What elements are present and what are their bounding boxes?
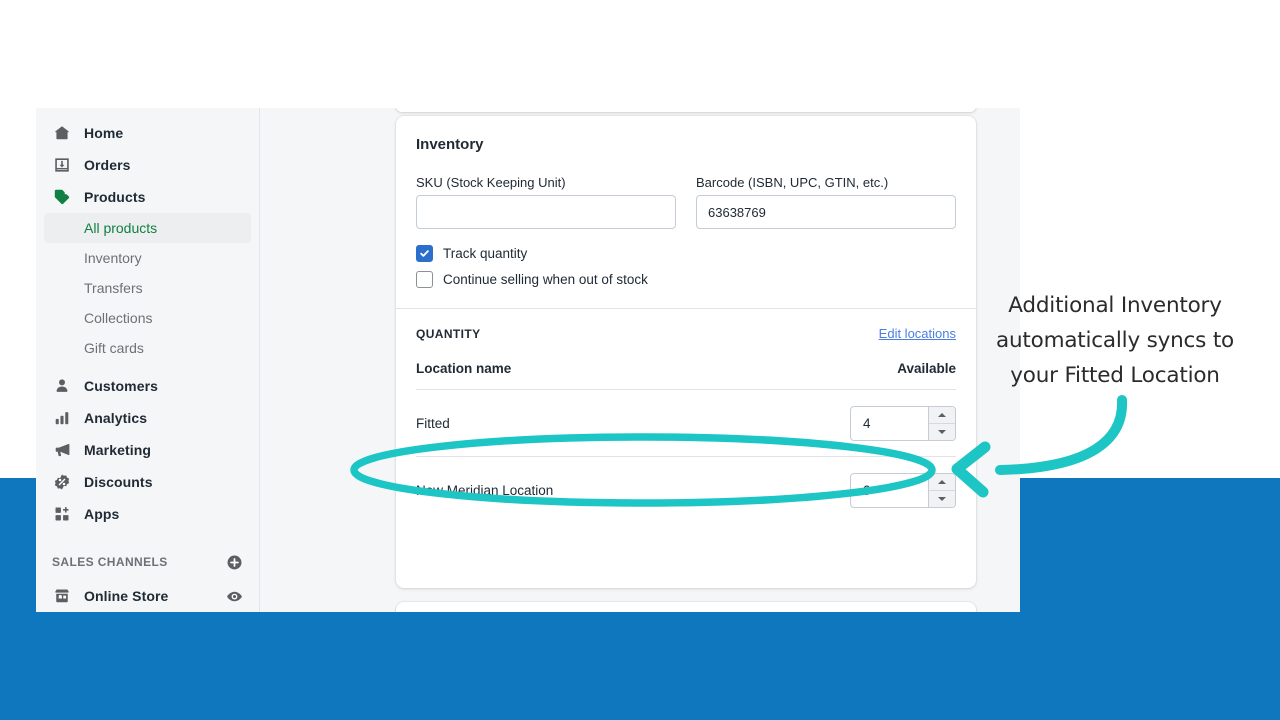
sidebar-item-label: Marketing [84,442,152,458]
track-quantity-checkbox-row[interactable]: Track quantity [416,245,956,262]
sales-channels-header: SALES CHANNELS [44,548,251,576]
sidebar-item-label: Online Store [84,588,169,604]
sidebar-subitem-label: Collections [84,310,153,326]
inventory-card: Inventory SKU (Stock Keeping Unit) Barco… [396,116,976,588]
locations-table-header: Location name Available [416,361,956,389]
content-area: Inventory SKU (Stock Keeping Unit) Barco… [260,108,1020,612]
quantity-stepper-fitted[interactable]: 4 [850,405,956,441]
tag-icon [52,187,72,207]
sku-barcode-row: SKU (Stock Keeping Unit) Barcode (ISBN, … [416,175,956,229]
quantity-value[interactable]: 0 [851,474,928,507]
annotation-callout-text: Additional Inventory automatically syncs… [950,288,1280,393]
stepper-increment-button[interactable] [929,406,955,424]
continue-selling-label: Continue selling when out of stock [443,272,648,287]
barcode-field-group: Barcode (ISBN, UPC, GTIN, etc.) [696,175,956,229]
orders-inbox-icon [52,155,72,175]
sidebar-item-products[interactable]: Products [44,181,251,213]
edit-locations-link[interactable]: Edit locations [879,326,956,341]
apps-grid-icon [52,504,72,524]
quantity-value[interactable]: 4 [851,407,928,440]
table-row: Fitted 4 [416,389,956,456]
annotation-line-3: your Fitted Location [1010,363,1220,388]
sidebar-item-orders[interactable]: Orders [44,149,251,181]
column-header-available: Available [897,361,956,376]
continue-selling-checkbox-row[interactable]: Continue selling when out of stock [416,271,956,288]
sidebar-subitem-label: Transfers [84,280,143,296]
barcode-input[interactable] [696,195,956,229]
locations-table: Location name Available Fitted 4 New Mer… [396,361,976,523]
plus-circle-icon[interactable] [226,554,243,571]
track-quantity-checkbox[interactable] [416,245,433,262]
quantity-stepper-new-meridian[interactable]: 0 [850,472,956,508]
sidebar-subitem-collections[interactable]: Collections [44,303,251,333]
sidebar-item-online-store[interactable]: Online Store [44,580,251,612]
sku-field-group: SKU (Stock Keeping Unit) [416,175,676,229]
sidebar-subitem-label: All products [84,220,158,236]
sidebar-item-label: Home [84,125,124,141]
sidebar-item-apps[interactable]: Apps [44,498,251,530]
bar-chart-icon [52,408,72,428]
sidebar-subitem-label: Inventory [84,250,142,266]
chevron-down-icon [938,429,946,434]
card-above-partial [396,108,976,112]
sidebar-item-customers[interactable]: Customers [44,370,251,402]
sidebar-item-label: Orders [84,157,131,173]
barcode-label: Barcode (ISBN, UPC, GTIN, etc.) [696,175,889,190]
stepper-increment-button[interactable] [929,473,955,491]
stepper-buttons [928,473,955,507]
sidebar-navigation: Home Orders Products All products Invent… [36,108,260,612]
sidebar-item-label: Products [84,189,146,205]
sidebar-subitem-label: Gift cards [84,340,144,356]
quantity-section-header: QUANTITY Edit locations [396,309,976,341]
stepper-decrement-button[interactable] [929,490,955,507]
card-below-partial [396,602,976,612]
sidebar-item-label: Discounts [84,474,153,490]
stepper-buttons [928,406,955,440]
chevron-up-icon [938,412,946,417]
sidebar-item-marketing[interactable]: Marketing [44,434,251,466]
column-header-location-name: Location name [416,361,512,376]
app-window-screenshot: Home Orders Products All products Invent… [36,108,1020,612]
sidebar-item-home[interactable]: Home [44,117,251,149]
home-icon [52,123,72,143]
chevron-up-icon [938,479,946,484]
sidebar-subitem-inventory[interactable]: Inventory [44,243,251,273]
annotation-line-1: Additional Inventory [1008,293,1222,318]
sidebar-subitem-transfers[interactable]: Transfers [44,273,251,303]
table-row: New Meridian Location 0 [416,456,956,523]
megaphone-icon [52,440,72,460]
continue-selling-checkbox[interactable] [416,271,433,288]
discount-badge-icon [52,472,72,492]
sidebar-item-analytics[interactable]: Analytics [44,402,251,434]
checkmark-icon [420,250,429,257]
sales-channels-title: SALES CHANNELS [52,555,168,569]
annotation-line-2: automatically syncs to [996,328,1234,353]
quantity-label: QUANTITY [416,326,481,341]
sku-input[interactable] [416,195,676,229]
sidebar-item-label: Analytics [84,410,148,426]
storefront-icon [52,586,72,606]
sidebar-subitem-gift-cards[interactable]: Gift cards [44,333,251,363]
eye-icon[interactable] [226,588,243,605]
location-name-new-meridian: New Meridian Location [416,482,554,498]
person-icon [52,376,72,396]
sidebar-item-discounts[interactable]: Discounts [44,466,251,498]
sidebar-item-label: Customers [84,378,159,394]
location-name-fitted: Fitted [416,415,450,431]
sidebar-item-label: Apps [84,506,120,522]
track-quantity-label: Track quantity [443,246,528,261]
chevron-down-icon [938,496,946,501]
sku-label: SKU (Stock Keeping Unit) [416,175,566,190]
sidebar-subitem-all-products[interactable]: All products [44,213,251,243]
inventory-card-title: Inventory [416,136,484,153]
stepper-decrement-button[interactable] [929,423,955,440]
